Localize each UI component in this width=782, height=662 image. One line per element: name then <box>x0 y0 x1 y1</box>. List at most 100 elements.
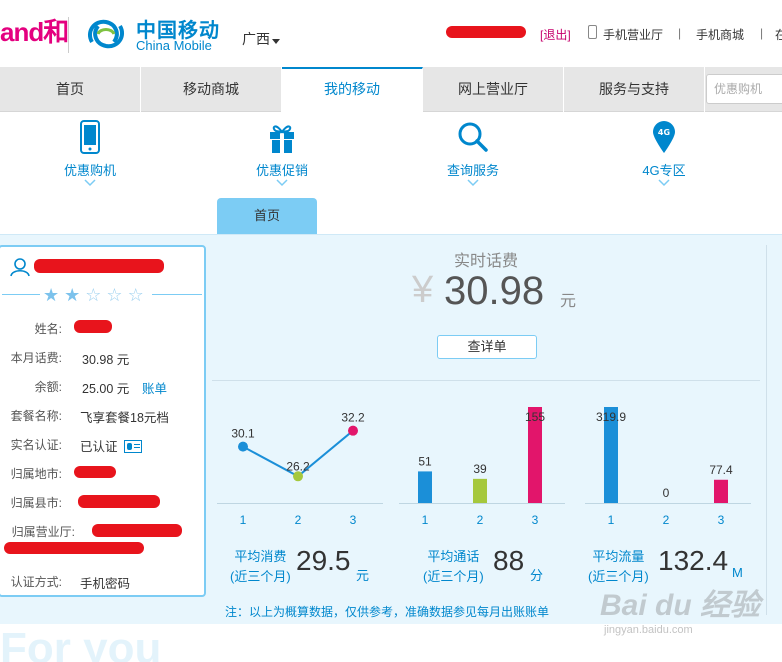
info-row-balance: 余额: 25.00 元 账单 <box>0 378 205 398</box>
id-card-icon[interactable] <box>123 440 142 453</box>
data-label: 30.1 <box>231 427 255 441</box>
data-label: 155 <box>525 410 545 424</box>
china-mobile-en-name: China Mobile <box>136 38 212 53</box>
avg-label: 平均消费 (近三个月) <box>230 549 291 584</box>
fee-amount: 30.98 <box>444 269 545 313</box>
info-row-city: 归属地市: <box>0 465 205 485</box>
more-link[interactable]: 在 <box>775 26 782 43</box>
view-details-button[interactable]: 查详单 <box>437 335 537 359</box>
sub-nav: 优惠购机 优惠促销 查询服务 4G 4G专区 首页 <box>0 112 782 234</box>
info-row-real-name: 实名认证: 已认证 <box>0 436 205 456</box>
watermark-url: jingyan.baidu.com <box>604 624 693 636</box>
data-label: 319.9 <box>596 410 626 424</box>
region-selector[interactable]: 广西 <box>242 29 270 49</box>
star-empty-icon: ☆ <box>106 285 128 305</box>
avg-value: 88 <box>493 545 525 576</box>
data-label: 39 <box>473 462 487 476</box>
row-label: 余额: <box>34 380 62 394</box>
main-nav: 首页 移动商城 我的移动 网上营业厅 服务与支持 优惠购机 <box>0 67 782 112</box>
x-tick-label: 2 <box>477 513 484 527</box>
x-tick-label: 2 <box>663 513 670 527</box>
chevron-down-icon <box>84 179 96 187</box>
subnav-label: 优惠购机 <box>63 163 116 178</box>
data-label: 32.2 <box>341 411 365 425</box>
subnav-4g-zone[interactable]: 4G 4G专区 <box>604 120 724 187</box>
data-label: 77.4 <box>709 463 733 477</box>
info-row-county: 归属县市: <box>0 494 205 514</box>
nav-my-mobile[interactable]: 我的移动 <box>282 67 423 112</box>
subnav-label: 查询服务 <box>446 163 499 178</box>
row-label: 姓名: <box>34 322 62 336</box>
4g-location-pin-icon: 4G <box>653 121 675 153</box>
avg-value: 29.5 <box>296 545 351 576</box>
bill-link[interactable]: 账单 <box>142 378 167 397</box>
info-row-name: 姓名: <box>0 320 205 340</box>
user-icon <box>10 258 30 277</box>
data-label: 51 <box>418 454 432 468</box>
4g-badge-text: 4G <box>658 128 670 137</box>
info-row-auth: 认证方式: 手机密码 <box>0 573 205 593</box>
subnav-query-service[interactable]: 查询服务 <box>413 120 533 187</box>
bar <box>714 479 728 503</box>
toplink-separator: | <box>678 26 682 40</box>
subnav-label: 优惠促销 <box>255 163 308 178</box>
row-label: 本月话费: <box>10 351 62 365</box>
x-tick-label: 2 <box>295 513 302 527</box>
info-row-plan: 套餐名称: 飞享套餐18元档 <box>0 407 205 427</box>
redacted-phone-number <box>446 26 526 38</box>
redacted-city <box>74 466 116 478</box>
chevron-down-icon <box>658 179 670 187</box>
star-filled-icon: ★ <box>43 285 65 305</box>
avg-unit: M <box>732 565 743 580</box>
bar <box>473 478 487 503</box>
data-point <box>348 425 358 436</box>
data-label: 0 <box>663 486 670 500</box>
traffic-bar-chart: 1 2 3 319.9 0 77.4 <box>585 407 751 527</box>
info-row-hall: 归属营业厅: <box>0 523 205 554</box>
data-label: 26.2 <box>286 459 310 473</box>
row-label: 归属县市: <box>10 496 62 510</box>
caret-down-icon[interactable] <box>272 39 280 44</box>
chevron-down-icon <box>276 179 288 187</box>
row-value: 25.00 元 <box>82 382 130 396</box>
avg-unit: 分 <box>530 568 544 583</box>
x-tick-label: 3 <box>532 513 539 527</box>
logo-divider <box>68 17 69 53</box>
x-tick-label: 1 <box>422 513 429 527</box>
x-tick-label: 1 <box>240 513 247 527</box>
avg-label: 平均通话 (近三个月) <box>423 549 484 584</box>
mobile-mall-link[interactable]: 手机商城 <box>696 26 744 43</box>
redacted-user-number <box>34 259 164 273</box>
site-header: and和 中国移动 China Mobile 广西 [退出] 手机营业厅 | 手… <box>0 0 782 67</box>
row-label: 实名认证: <box>10 438 62 452</box>
bar <box>418 471 432 503</box>
subnav-phone-deals[interactable]: 优惠购机 <box>30 120 150 187</box>
subnav-promotions[interactable]: 优惠促销 <box>222 120 342 187</box>
search-input[interactable]: 优惠购机 <box>706 74 782 104</box>
x-tick-label: 3 <box>718 513 725 527</box>
star-filled-icon: ★ <box>64 285 86 305</box>
row-label: 套餐名称: <box>10 409 62 423</box>
and-he-logo[interactable]: and和 <box>0 12 69 49</box>
my-mobile-panel: ★★☆☆☆ 姓名: 本月话费: 30.98 元 余额: 25.00 元 账单 套… <box>0 234 782 624</box>
tab-home[interactable]: 首页 <box>217 198 317 234</box>
avg-consumption: 平均消费 (近三个月) 29.5 元 <box>220 535 395 595</box>
mobile-hall-link[interactable]: 手机营业厅 <box>603 26 663 43</box>
fee-unit: 元 <box>560 293 577 310</box>
row-value: 已认证 <box>80 436 142 455</box>
avg-value: 132.4 <box>658 545 729 576</box>
nav-home[interactable]: 首页 <box>0 67 141 112</box>
mobile-phone-icon <box>80 120 100 154</box>
nav-service-support[interactable]: 服务与支持 <box>564 67 705 112</box>
china-mobile-logo-icon[interactable] <box>84 12 128 56</box>
nav-mall[interactable]: 移动商城 <box>141 67 282 112</box>
watermark-text: Bai du 经验 <box>600 589 761 622</box>
subnav-label: 4G专区 <box>642 163 686 178</box>
nav-online-hall[interactable]: 网上营业厅 <box>423 67 564 112</box>
consumption-line-chart: 1 2 3 30.1 26.2 32.2 <box>217 411 383 527</box>
row-label: 认证方式: <box>10 575 62 589</box>
baidu-watermark: Bai du 经验 jingyan.baidu.com <box>600 580 782 650</box>
row-value: 飞享套餐18元档 <box>80 411 169 425</box>
star-empty-icon: ☆ <box>127 285 149 305</box>
logout-link[interactable]: [退出] <box>540 26 571 43</box>
